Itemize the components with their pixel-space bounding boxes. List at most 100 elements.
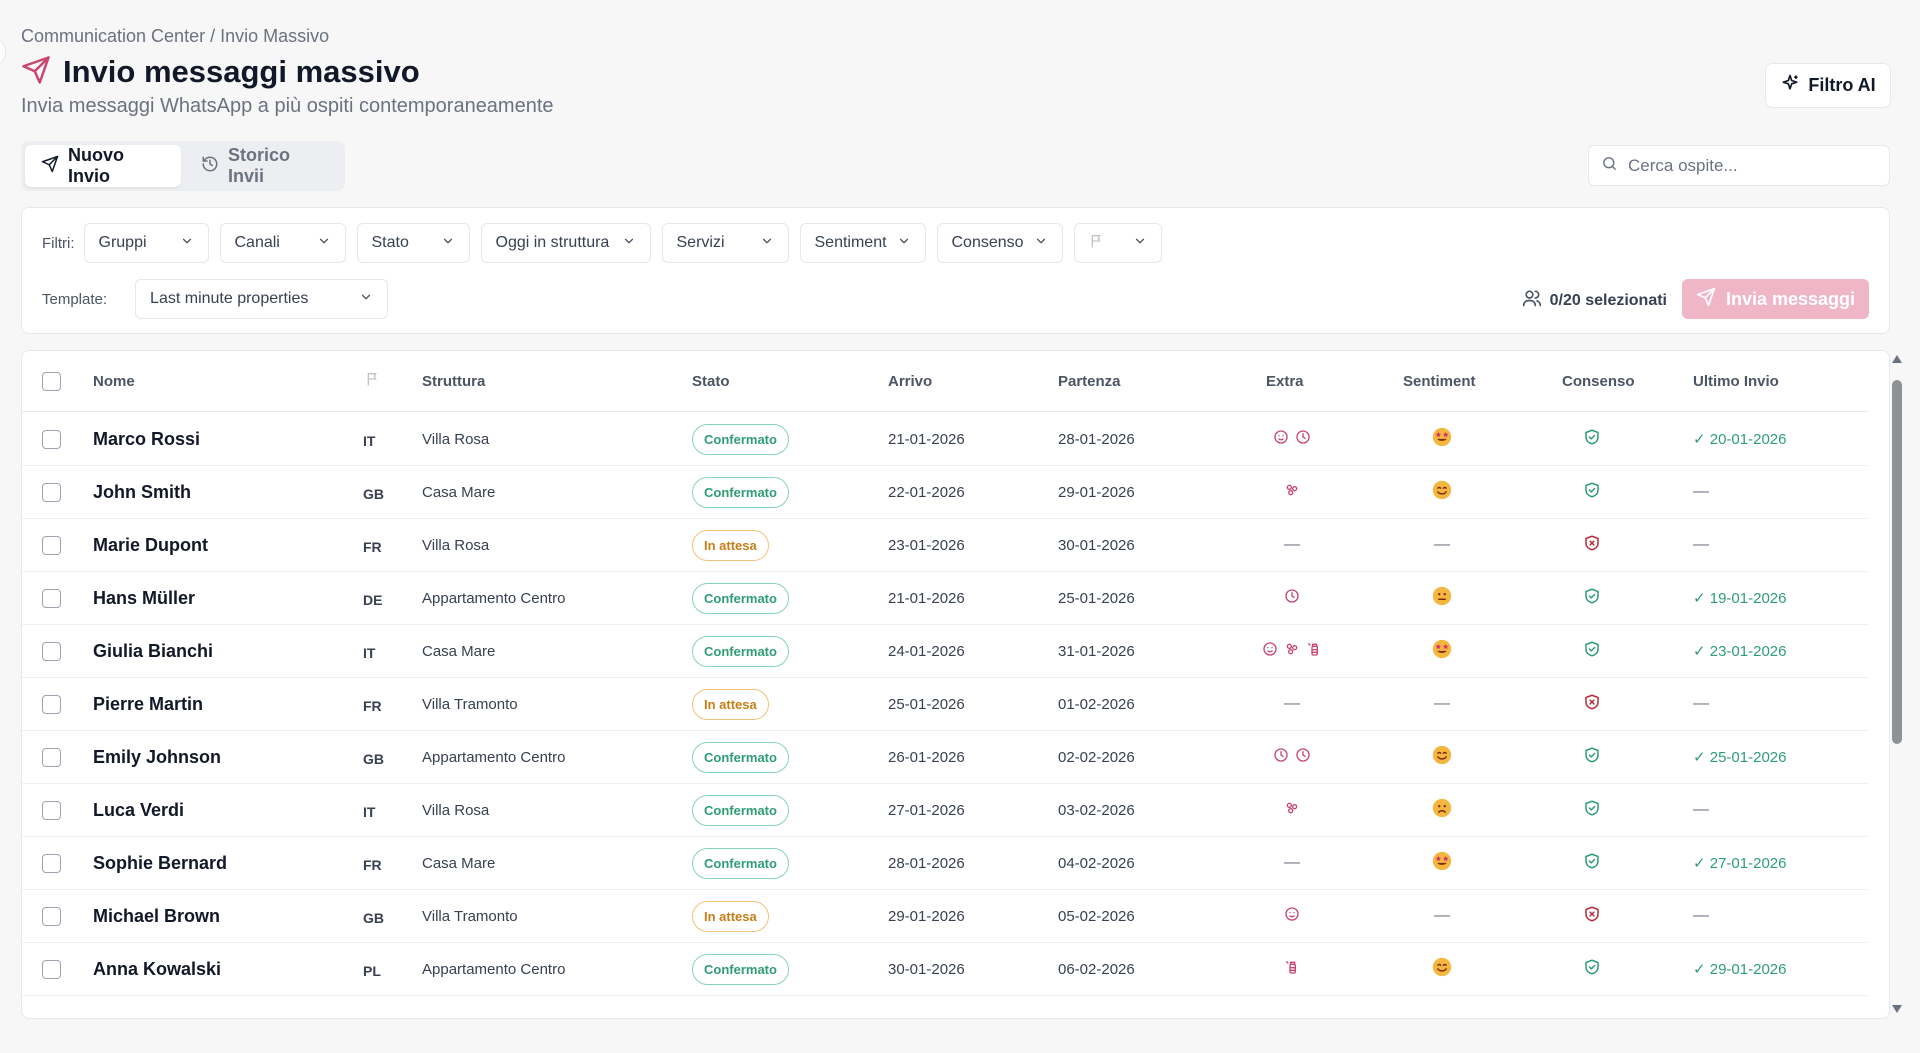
column-header-structure[interactable]: Struttura bbox=[422, 373, 485, 390]
extra-services: — bbox=[1222, 678, 1362, 730]
departure-date: 25-01-2026 bbox=[1058, 589, 1135, 607]
sidebar-collapse-handle[interactable] bbox=[0, 40, 6, 64]
table-row[interactable]: John Smith GB Casa Mare Confermato 22-01-202… bbox=[22, 466, 1868, 519]
status-cell: Confermato bbox=[692, 413, 789, 465]
filter-consenso-dropdown[interactable]: Consenso bbox=[936, 223, 1063, 263]
column-header-name[interactable]: Nome bbox=[93, 373, 135, 390]
sentiment-cell bbox=[1382, 625, 1502, 677]
column-header-extra[interactable]: Extra bbox=[1266, 373, 1304, 390]
guest-name[interactable]: Marie Dupont bbox=[93, 519, 208, 571]
guest-name[interactable]: Anna Kowalski bbox=[93, 943, 221, 995]
filter-stato-dropdown[interactable]: Stato bbox=[356, 223, 470, 263]
column-header-status[interactable]: Stato bbox=[692, 373, 730, 390]
table-row[interactable]: Pierre Martin FR Villa Tramonto In attesa 25… bbox=[22, 678, 1868, 731]
guest-name[interactable]: Pierre Martin bbox=[93, 678, 203, 730]
table-row[interactable]: Giulia Bianchi IT Casa Mare Confermato 24-01… bbox=[22, 625, 1868, 678]
last-sent: — bbox=[1693, 907, 1709, 924]
scroll-thumb[interactable] bbox=[1892, 380, 1902, 744]
shield-x-icon bbox=[1583, 905, 1601, 927]
table-row[interactable]: Sophie Bernard FR Casa Mare Confermato 28-01… bbox=[22, 837, 1868, 890]
select-all-checkbox[interactable] bbox=[42, 371, 61, 391]
guest-name[interactable]: Michael Brown bbox=[93, 890, 220, 942]
search-input[interactable] bbox=[1628, 155, 1868, 176]
empty-dash: — bbox=[1434, 536, 1450, 553]
scroll-down-icon[interactable] bbox=[1891, 1004, 1903, 1014]
consent-cell bbox=[1537, 572, 1647, 624]
status-cell: Confermato bbox=[692, 784, 789, 836]
table-row[interactable]: Michael Brown GB Villa Tramonto In attesa 29… bbox=[22, 890, 1868, 943]
table-row[interactable]: Emily Johnson GB Appartamento Centro Confer… bbox=[22, 731, 1868, 784]
row-checkbox[interactable] bbox=[42, 800, 61, 820]
ai-filter-button[interactable]: Filtro AI bbox=[1765, 63, 1891, 108]
departure-date: 05-02-2026 bbox=[1058, 907, 1135, 925]
column-header-sentiment[interactable]: Sentiment bbox=[1403, 373, 1476, 390]
spa-icon bbox=[1284, 800, 1300, 820]
row-checkbox[interactable] bbox=[42, 535, 61, 555]
status-badge: Confermato bbox=[692, 794, 789, 826]
dropdown-label: Oggi in struttura bbox=[495, 234, 610, 251]
guest-name[interactable]: John Smith bbox=[93, 466, 191, 518]
template-select[interactable]: Last minute properties bbox=[135, 279, 389, 319]
sparkles-icon bbox=[1780, 73, 1800, 98]
row-checkbox[interactable] bbox=[42, 482, 61, 502]
status-cell: Confermato bbox=[692, 572, 789, 624]
guest-name[interactable]: Luca Verdi bbox=[93, 784, 184, 836]
table-scrollbar[interactable] bbox=[1890, 354, 1904, 1014]
filter-oggi-dropdown[interactable]: Oggi in struttura bbox=[480, 223, 651, 263]
guest-name[interactable]: Emily Johnson bbox=[93, 731, 221, 783]
column-header-departure[interactable]: Partenza bbox=[1058, 373, 1121, 390]
departure-date: 28-01-2026 bbox=[1058, 430, 1135, 448]
send-messages-button[interactable]: Invia messaggi bbox=[1682, 279, 1869, 319]
sentiment-cell bbox=[1382, 784, 1502, 836]
clock-icon bbox=[1295, 429, 1311, 449]
filter-canali-dropdown[interactable]: Canali bbox=[219, 223, 346, 263]
filter-gruppi-dropdown[interactable]: Gruppi bbox=[83, 223, 209, 263]
row-checkbox[interactable] bbox=[42, 694, 61, 714]
status-badge: Confermato bbox=[692, 582, 789, 614]
consent-cell bbox=[1537, 731, 1647, 783]
column-header-last-sent[interactable]: Ultimo Invio bbox=[1693, 373, 1779, 390]
scroll-up-icon[interactable] bbox=[1891, 354, 1903, 364]
filter-servizi-dropdown[interactable]: Servizi bbox=[661, 223, 789, 263]
column-header-arrival[interactable]: Arrivo bbox=[888, 373, 932, 390]
history-icon bbox=[201, 155, 219, 178]
row-checkbox[interactable] bbox=[42, 429, 61, 449]
row-checkbox[interactable] bbox=[42, 588, 61, 608]
tab-storico-invii[interactable]: Storico Invii bbox=[185, 145, 341, 187]
row-checkbox[interactable] bbox=[42, 747, 61, 767]
departure-date: 02-02-2026 bbox=[1058, 748, 1135, 766]
search-box bbox=[1588, 145, 1890, 186]
row-checkbox[interactable] bbox=[42, 959, 61, 979]
table-row[interactable]: Marco Rossi IT Villa Rosa Confermato 21-01-2… bbox=[22, 413, 1868, 466]
dropdown-label: Servizi bbox=[676, 234, 725, 251]
country-code: IT bbox=[363, 433, 376, 449]
filter-flag-dropdown[interactable] bbox=[1073, 223, 1162, 263]
filter-sentiment-dropdown[interactable]: Sentiment bbox=[799, 223, 926, 263]
status-badge: In attesa bbox=[692, 529, 769, 561]
smile-emoji-icon bbox=[1431, 479, 1453, 505]
row-select-cell bbox=[42, 625, 61, 677]
column-header-consent[interactable]: Consenso bbox=[1562, 373, 1635, 390]
structure-name: Villa Tramonto bbox=[422, 695, 518, 713]
sad-emoji-icon bbox=[1431, 797, 1453, 823]
guest-name[interactable]: Marco Rossi bbox=[93, 413, 200, 465]
table-row[interactable]: Anna Kowalski PL Appartamento Centro Confer… bbox=[22, 943, 1868, 996]
shield-check-icon bbox=[1583, 799, 1601, 821]
guest-name[interactable]: Hans Müller bbox=[93, 572, 195, 624]
shield-x-icon bbox=[1583, 693, 1601, 715]
table-row[interactable]: Hans Müller DE Appartamento Centro Conferma… bbox=[22, 572, 1868, 625]
tab-nuovo-invio[interactable]: Nuovo Invio bbox=[25, 145, 181, 187]
row-checkbox[interactable] bbox=[42, 906, 61, 926]
row-checkbox[interactable] bbox=[42, 641, 61, 661]
breadcrumb[interactable]: Communication Center / Invio Massivo bbox=[21, 26, 329, 47]
timer-icon bbox=[1273, 429, 1289, 449]
table-row[interactable]: Luca Verdi IT Villa Rosa Confermato 27-01-20… bbox=[22, 784, 1868, 837]
table-row[interactable]: Marie Dupont FR Villa Rosa In attesa 23-01-2… bbox=[22, 519, 1868, 572]
row-checkbox[interactable] bbox=[42, 853, 61, 873]
guest-name[interactable]: Sophie Bernard bbox=[93, 837, 227, 889]
search-icon bbox=[1601, 155, 1618, 177]
consent-cell bbox=[1537, 466, 1647, 518]
guest-name[interactable]: Giulia Bianchi bbox=[93, 625, 213, 677]
column-header-flag[interactable] bbox=[365, 371, 381, 391]
arrival-date: 24-01-2026 bbox=[888, 642, 965, 660]
